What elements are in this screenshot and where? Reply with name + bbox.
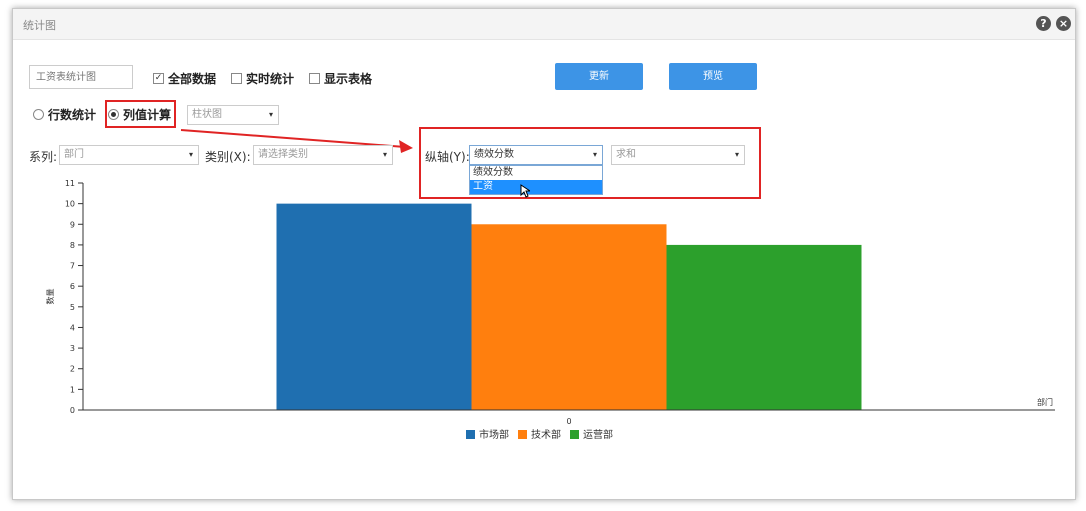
bars (276, 203, 862, 410)
update-button[interactable]: 更新 (555, 63, 643, 90)
bar-1 (276, 203, 472, 410)
chart-type-value: 柱状图 (192, 109, 222, 120)
y-tick-label: 11 (65, 179, 75, 188)
help-icon[interactable]: ? (1036, 16, 1051, 31)
y-tick-label: 7 (70, 262, 75, 271)
y-tick-label: 5 (70, 303, 75, 312)
legend: 市场部 技术部 运营部 (466, 428, 613, 441)
y-tick-label: 2 (70, 365, 75, 374)
close-icon[interactable]: × (1056, 16, 1071, 31)
realtime-label: 实时统计 (246, 72, 295, 86)
y-tick-label: 10 (65, 200, 75, 209)
category-label: 类别(X): (205, 150, 251, 164)
bar-2 (471, 224, 667, 410)
checkbox-mark (231, 73, 242, 84)
y-tick-label: 3 (70, 344, 75, 353)
legend-swatch (466, 430, 475, 439)
yaxis-select[interactable]: 绩效分数 ▾ (469, 145, 603, 165)
x-axis-label: 部门 (1037, 397, 1053, 407)
y-tick-label: 8 (70, 241, 75, 250)
series-label: 系列: (29, 150, 58, 164)
chart-type-select[interactable]: 柱状图 ▾ (187, 105, 279, 125)
y-tick-label: 4 (70, 323, 75, 332)
series-value: 部门 (64, 149, 84, 160)
caret-down-icon: ▾ (734, 150, 739, 159)
y-axis: 0 1 2 3 4 5 6 7 8 9 10 11 (65, 179, 84, 415)
legend-label: 市场部 (479, 428, 509, 441)
row-count-label: 行数统计 (48, 108, 97, 122)
category-placeholder: 请选择类别 (258, 149, 308, 160)
titlebar: 统计图 ? × (13, 9, 1075, 40)
y-tick-label: 9 (70, 220, 75, 229)
preview-button[interactable]: 预览 (669, 63, 757, 90)
chart-name-input[interactable] (29, 65, 133, 89)
caret-down-icon: ▾ (382, 150, 387, 159)
dialog-title: 统计图 (23, 19, 56, 32)
all-data-checkbox[interactable]: ✓ 全部数据 (153, 70, 216, 87)
checkbox-mark: ✓ (153, 73, 164, 84)
caret-down-icon: ▾ (268, 110, 273, 119)
x-tick-label: 0 (566, 417, 571, 426)
yaxis-label: 纵轴(Y): (425, 150, 470, 164)
arrow-head (399, 140, 413, 153)
bar-3 (666, 244, 862, 410)
aggregate-select[interactable]: 求和 ▾ (611, 145, 745, 165)
show-table-label: 显示表格 (324, 72, 373, 86)
aggregate-value: 求和 (616, 149, 636, 160)
chart-dialog: 统计图 ? × ✓ 全部数据 实时统计 显示表格 更新 预览 行数统计 列值计算… (12, 8, 1076, 500)
row-count-radio[interactable]: 行数统计 (33, 106, 96, 123)
bar-chart: 0 1 2 3 4 5 6 7 8 9 10 11 0 部门 数量 市场部 技术部 运营部 (45, 179, 1055, 441)
checkbox-mark (309, 73, 320, 84)
y-tick-label: 1 (70, 385, 75, 394)
radio-mark (33, 109, 44, 120)
column-calc-highlight (105, 100, 176, 128)
category-select[interactable]: 请选择类别 ▾ (253, 145, 393, 165)
legend-label: 运营部 (583, 428, 613, 441)
yaxis-value: 绩效分数 (474, 149, 514, 160)
legend-label: 技术部 (531, 428, 561, 441)
all-data-label: 全部数据 (168, 72, 217, 86)
series-select[interactable]: 部门 ▾ (59, 145, 199, 165)
legend-swatch (518, 430, 527, 439)
realtime-checkbox[interactable]: 实时统计 (231, 70, 294, 87)
show-table-checkbox[interactable]: 显示表格 (309, 70, 372, 87)
y-tick-label: 0 (70, 406, 75, 415)
y-tick-label: 6 (70, 282, 75, 291)
y-axis-label: 数量 (45, 289, 55, 305)
caret-down-icon: ▾ (592, 150, 597, 159)
caret-down-icon: ▾ (188, 150, 193, 159)
legend-swatch (570, 430, 579, 439)
